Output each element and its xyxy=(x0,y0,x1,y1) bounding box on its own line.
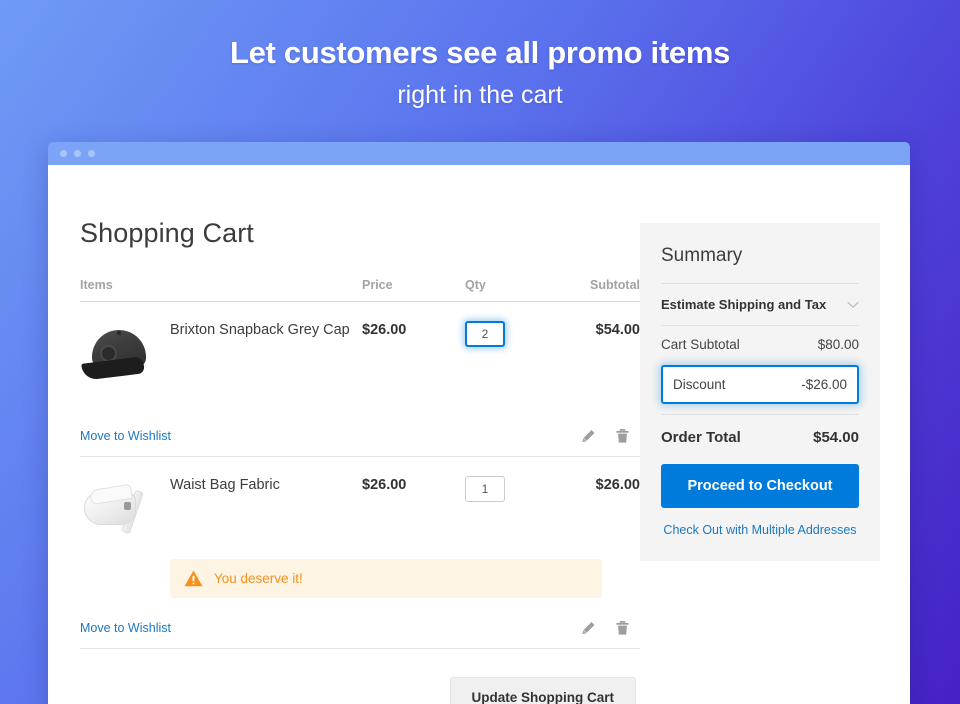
move-to-wishlist-link[interactable]: Move to Wishlist xyxy=(80,429,171,443)
order-total-row: Order Total $54.00 xyxy=(661,415,859,464)
page-content: Shopping Cart Items Price Qty Subtotal B… xyxy=(48,165,910,704)
product-subtotal-cell: $26.00 xyxy=(547,471,640,494)
chevron-down-icon xyxy=(847,301,859,309)
product-name[interactable]: Waist Bag Fabric xyxy=(170,476,362,495)
warning-triangle-icon xyxy=(184,570,203,587)
update-shopping-cart-button[interactable]: Update Shopping Cart xyxy=(449,677,636,704)
cart-table-header: Items Price Qty Subtotal xyxy=(80,278,640,302)
hero-headline: Let customers see all promo items xyxy=(229,35,731,70)
window-maximize-dot[interactable] xyxy=(88,150,95,157)
product-info-cell: Waist Bag Fabric xyxy=(170,471,362,495)
product-thumbnail-cell xyxy=(80,471,170,549)
move-to-wishlist-link[interactable]: Move to Wishlist xyxy=(80,621,171,635)
cart-table: Items Price Qty Subtotal Brixton Snapbac… xyxy=(80,278,640,704)
product-subtotal: $54.00 xyxy=(595,322,640,338)
column-header-subtotal: Subtotal xyxy=(590,278,640,292)
cart-column: Shopping Cart Items Price Qty Subtotal B… xyxy=(80,165,640,704)
row-actions: Move to Wishlist xyxy=(80,620,640,649)
product-price-cell: $26.00 xyxy=(362,471,465,494)
table-row: Brixton Snapback Grey Cap $26.00 $54.00 xyxy=(80,302,640,394)
estimate-shipping-label: Estimate Shipping and Tax xyxy=(661,297,827,312)
order-total-label: Order Total xyxy=(661,429,741,446)
product-qty-cell xyxy=(465,471,547,502)
checkout-multiple-addresses-link[interactable]: Check Out with Multiple Addresses xyxy=(661,523,859,537)
product-subtotal: $26.00 xyxy=(595,477,640,493)
discount-row-highlighted[interactable]: Discount -$26.00 xyxy=(661,365,859,404)
row-actions: Move to Wishlist xyxy=(80,428,640,457)
delete-trash-icon[interactable] xyxy=(615,428,630,444)
column-header-qty: Qty xyxy=(465,278,486,292)
summary-title: Summary xyxy=(661,245,859,284)
discount-value: -$26.00 xyxy=(801,377,847,392)
quantity-input[interactable] xyxy=(465,476,505,502)
window-minimize-dot[interactable] xyxy=(74,150,81,157)
estimate-shipping-and-tax-toggle[interactable]: Estimate Shipping and Tax xyxy=(661,284,859,326)
product-subtotal-cell: $54.00 xyxy=(547,316,640,339)
quantity-input[interactable] xyxy=(465,321,505,347)
delete-trash-icon[interactable] xyxy=(615,620,630,636)
promo-notice: You deserve it! xyxy=(170,559,602,598)
order-summary-panel: Summary Estimate Shipping and Tax Cart S… xyxy=(640,223,880,561)
page-title: Shopping Cart xyxy=(80,218,254,248)
cart-subtotal-label: Cart Subtotal xyxy=(661,337,740,352)
product-qty-cell xyxy=(465,316,547,347)
cart-subtotal-value: $80.00 xyxy=(817,337,859,352)
promo-notice-text: You deserve it! xyxy=(214,571,303,586)
waist-bag-product-image[interactable] xyxy=(80,471,158,549)
product-price-cell: $26.00 xyxy=(362,316,465,339)
column-header-price: Price xyxy=(362,278,393,292)
product-name[interactable]: Brixton Snapback Grey Cap xyxy=(170,321,362,340)
hero-subheadline: right in the cart xyxy=(397,80,563,109)
browser-window: Shopping Cart Items Price Qty Subtotal B… xyxy=(48,142,910,704)
edit-pencil-icon[interactable] xyxy=(581,428,596,444)
row-action-icons xyxy=(581,428,640,444)
browser-titlebar xyxy=(48,142,910,165)
order-total-value: $54.00 xyxy=(813,429,859,446)
product-price: $26.00 xyxy=(362,477,407,493)
product-info-cell: Brixton Snapback Grey Cap xyxy=(170,316,362,340)
hero-banner: Let customers see all promo items right … xyxy=(0,0,960,111)
edit-pencil-icon[interactable] xyxy=(581,620,596,636)
product-thumbnail-cell xyxy=(80,316,170,394)
discount-label: Discount xyxy=(673,377,726,392)
proceed-to-checkout-button[interactable]: Proceed to Checkout xyxy=(661,464,859,508)
cart-subtotal-row: Cart Subtotal $80.00 xyxy=(661,326,859,363)
cap-product-image[interactable] xyxy=(80,316,158,394)
row-action-icons xyxy=(581,620,640,636)
window-close-dot[interactable] xyxy=(60,150,67,157)
table-row: Waist Bag Fabric $26.00 $26.00 xyxy=(80,457,640,549)
product-price: $26.00 xyxy=(362,322,407,338)
update-cart-row: Update Shopping Cart xyxy=(80,649,640,704)
column-header-items: Items xyxy=(80,278,113,292)
